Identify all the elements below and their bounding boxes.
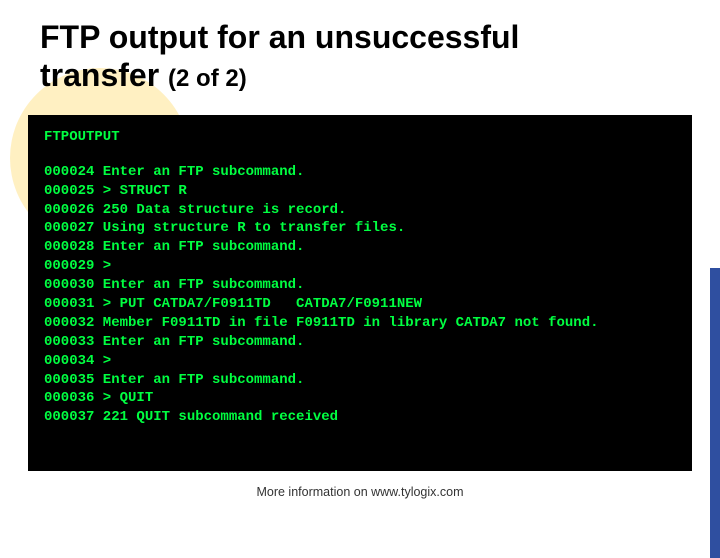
terminal-output: FTPOUTPUT 000024 Enter an FTP subcommand… — [28, 115, 692, 471]
title-line1: FTP output for an unsuccessful — [40, 19, 519, 55]
terminal-header: FTPOUTPUT — [44, 129, 676, 145]
footer-text: More information on www.tylogix.com — [0, 485, 720, 499]
decorative-sidebar — [710, 268, 720, 558]
slide-title: FTP output for an unsuccessful transfer … — [40, 18, 720, 95]
title-line2-sub: (2 of 2) — [168, 65, 247, 92]
terminal-lines: 000024 Enter an FTP subcommand. 000025 >… — [44, 163, 676, 427]
title-line2-strong: transfer — [40, 57, 159, 93]
